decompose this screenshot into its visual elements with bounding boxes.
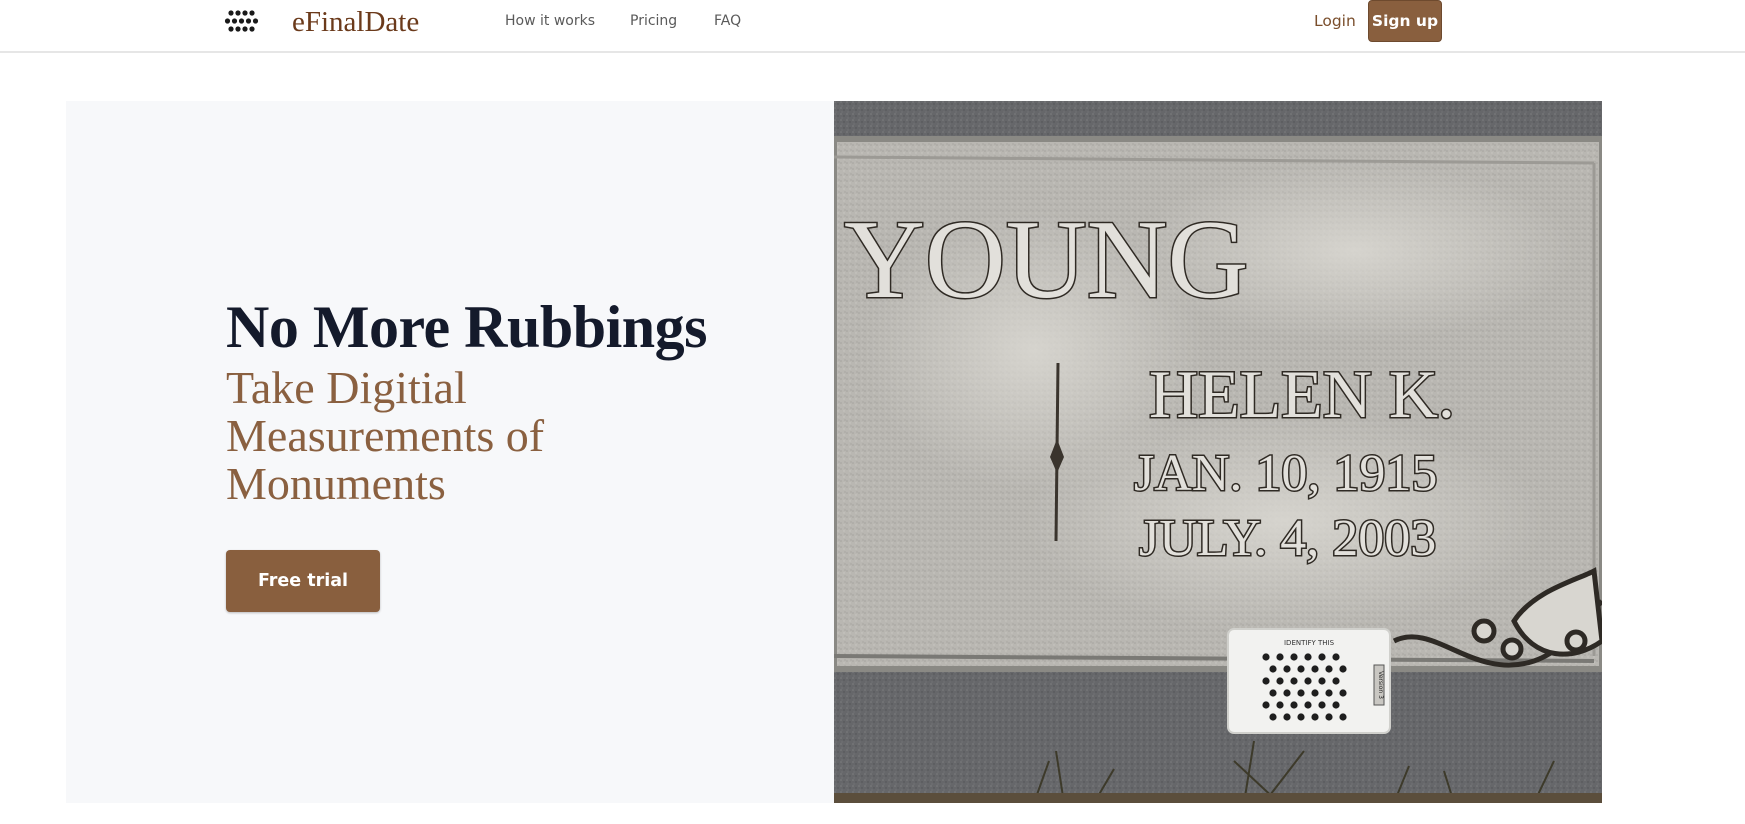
calibration-card: IDENTIFY THIS Version 3 (1227, 628, 1391, 734)
login-link[interactable]: Login (1314, 12, 1356, 30)
engraved-birth-date: JAN. 10, 1915 (1134, 445, 1437, 502)
site-header: eFinalDate How it works Pricing FAQ Logi… (0, 0, 1745, 53)
engraved-surname: YOUNG (844, 198, 1248, 322)
engraved-first-name: HELEN K. (1149, 356, 1455, 432)
hero-subtitle: Take Digitial Measurements of Monuments (226, 362, 545, 509)
nav-faq[interactable]: FAQ (714, 13, 741, 29)
engraved-death-date: JULY. 4, 2003 (1139, 510, 1436, 567)
nav-how-it-works[interactable]: How it works (505, 13, 595, 29)
dot-grid-logo-icon[interactable] (224, 9, 262, 33)
nav-pricing[interactable]: Pricing (630, 13, 677, 29)
signup-button[interactable]: Sign up (1368, 0, 1442, 42)
headstone-photo: YOUNG HELEN K. JAN. 10, 1915 JULY. 4, 20… (834, 101, 1602, 803)
card-heading: IDENTIFY THIS (1284, 639, 1335, 647)
brand-name[interactable]: eFinalDate (292, 6, 419, 39)
free-trial-button[interactable]: Free trial (226, 550, 380, 612)
hero-title: No More Rubbings (226, 294, 707, 360)
card-version: Version 3 (1377, 671, 1384, 699)
